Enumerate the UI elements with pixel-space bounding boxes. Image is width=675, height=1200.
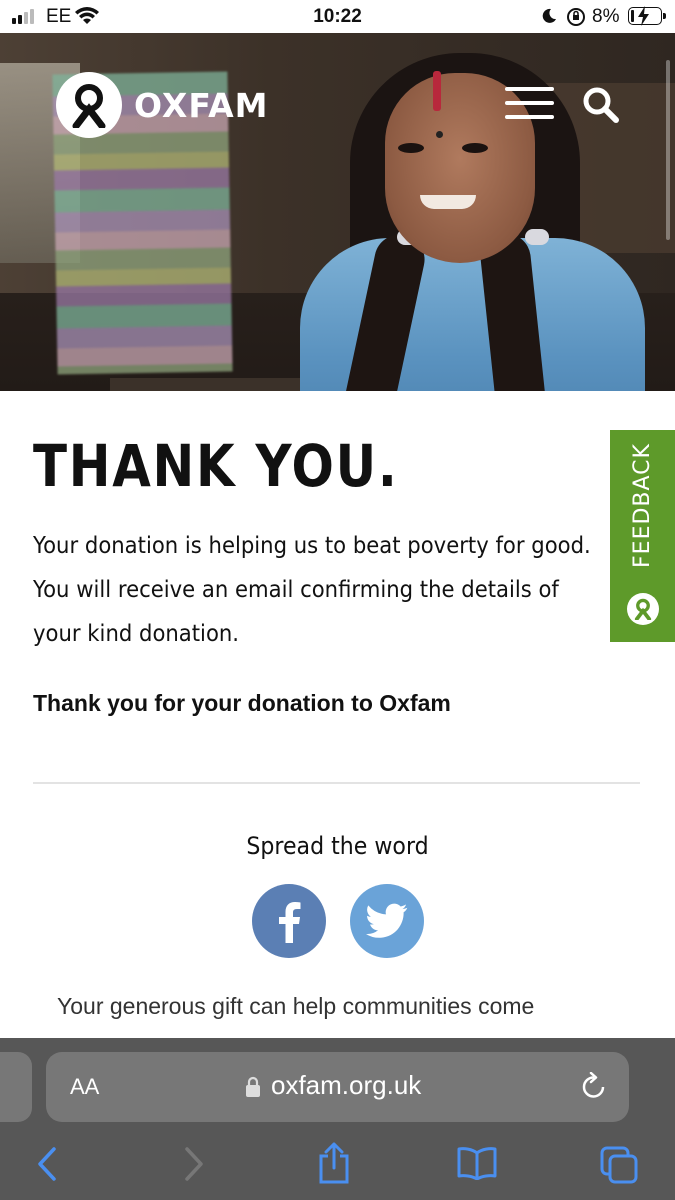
oxfam-logo-icon [56, 72, 122, 138]
forward-icon[interactable] [183, 1146, 205, 1182]
text-size-button[interactable]: AA [70, 1074, 99, 1100]
scroll-indicator [666, 60, 670, 240]
facebook-icon [279, 902, 301, 943]
search-icon[interactable] [582, 86, 620, 124]
address-bar[interactable]: AA oxfam.org.uk [46, 1052, 629, 1122]
share-icon[interactable] [316, 1142, 352, 1184]
reload-icon[interactable] [580, 1072, 608, 1102]
do-not-disturb-icon [542, 8, 556, 23]
page-title: THANK YOU. [33, 432, 399, 500]
divider [33, 782, 640, 784]
feedback-tab[interactable]: FEEDBACK [610, 430, 675, 642]
lock-icon [246, 1076, 260, 1097]
thank-you-line: Thank you for your donation to Oxfam [33, 690, 451, 716]
status-bar: EE 10:22 8% [0, 0, 675, 33]
bookmarks-icon[interactable] [456, 1146, 498, 1180]
battery-percent: 8% [592, 6, 620, 27]
twitter-icon [366, 903, 408, 938]
gift-message: Your generous gift can help communities … [57, 993, 535, 1019]
orientation-lock-icon [567, 8, 585, 26]
battery-icon [628, 6, 666, 26]
facebook-share-button[interactable] [252, 884, 326, 958]
url-text[interactable]: oxfam.org.uk [271, 1070, 421, 1101]
spread-the-word-label: Spread the word [246, 832, 429, 860]
oxfam-small-icon [627, 593, 659, 625]
back-icon[interactable] [36, 1146, 58, 1182]
hamburger-menu-icon[interactable] [505, 87, 554, 119]
brand-name: OXFAM [134, 85, 269, 125]
tabs-icon[interactable] [600, 1146, 640, 1184]
previous-tab-preview[interactable] [0, 1052, 32, 1122]
feedback-label: FEEDBACK [630, 442, 656, 568]
oxfam-logo[interactable]: OXFAM [56, 72, 268, 138]
twitter-share-button[interactable] [350, 884, 424, 958]
confirmation-message: Your donation is helping us to beat pove… [33, 533, 591, 647]
browser-toolbar [0, 1128, 675, 1200]
browser-address-area: AA oxfam.org.uk [0, 1038, 675, 1128]
